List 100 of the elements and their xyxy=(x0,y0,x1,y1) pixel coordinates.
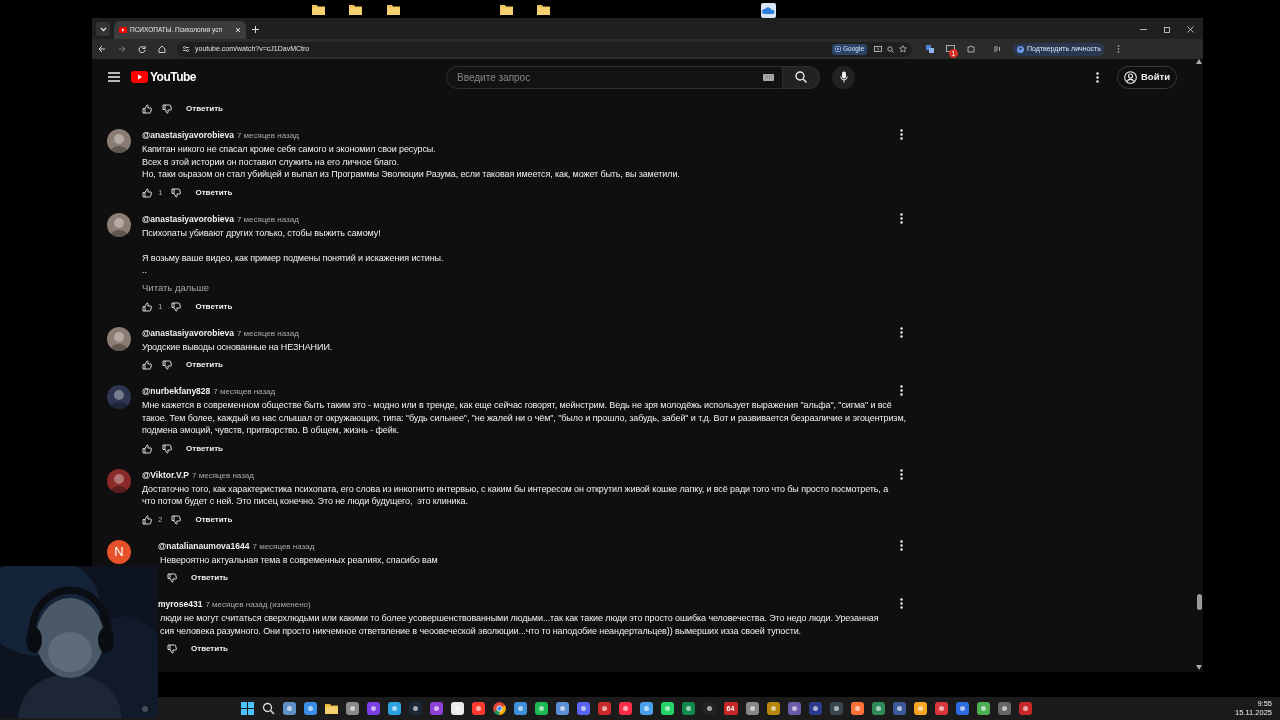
comment-time[interactable]: 7 месяцев назад (изменено) xyxy=(205,599,311,612)
app-icon[interactable] xyxy=(660,702,674,715)
comment-author[interactable]: @nurbekfany828 xyxy=(142,385,211,398)
install-app-icon[interactable] xyxy=(874,45,882,53)
app-icon[interactable] xyxy=(745,702,759,715)
back-icon[interactable] xyxy=(98,45,106,53)
more-vert-icon[interactable] xyxy=(900,598,903,610)
app-icon[interactable] xyxy=(471,702,485,715)
reply-button[interactable]: Ответить xyxy=(194,300,234,313)
like-icon[interactable] xyxy=(142,360,152,371)
app-icon[interactable] xyxy=(829,702,843,715)
app-icon[interactable] xyxy=(282,702,296,715)
like-icon[interactable] xyxy=(142,104,152,114)
zoom-icon[interactable] xyxy=(887,45,894,53)
search-button[interactable] xyxy=(783,65,821,89)
comment-time[interactable]: 7 месяцев назад xyxy=(236,327,299,340)
chrome-icon[interactable] xyxy=(492,702,506,715)
comment-time[interactable]: 7 месяцев назад xyxy=(252,540,315,553)
comment-time[interactable]: 7 месяцев назад xyxy=(192,469,254,482)
maximize-icon[interactable] xyxy=(1164,26,1170,33)
app-icon[interactable] xyxy=(387,702,401,715)
menu-icon[interactable] xyxy=(108,72,120,82)
close-icon[interactable] xyxy=(235,27,241,33)
more-vert-icon[interactable] xyxy=(900,468,903,480)
more-vert-icon[interactable] xyxy=(900,129,903,140)
search-bar[interactable]: Введите запрос xyxy=(446,65,784,89)
more-vert-icon[interactable] xyxy=(900,539,903,551)
scroll-down-icon[interactable] xyxy=(1196,665,1202,670)
folder-icon[interactable] xyxy=(500,4,513,15)
app-icon[interactable] xyxy=(934,702,948,715)
like-icon[interactable] xyxy=(142,301,152,312)
windows-logo-icon[interactable] xyxy=(240,702,254,715)
app-icon[interactable] xyxy=(766,702,780,715)
reply-button[interactable]: Ответить xyxy=(185,103,224,115)
app-icon[interactable] xyxy=(408,702,422,715)
forward-icon[interactable] xyxy=(118,45,126,53)
app-icon[interactable] xyxy=(892,702,906,715)
app-icon[interactable] xyxy=(1018,702,1032,715)
media-icon[interactable] xyxy=(993,45,1001,53)
dislike-icon[interactable] xyxy=(167,644,177,655)
comment-author[interactable]: myrose431 xyxy=(158,598,203,611)
translate-icon[interactable] xyxy=(926,45,934,53)
app-icon[interactable] xyxy=(429,702,443,715)
cloud-app-icon[interactable] xyxy=(761,3,776,18)
comment-time[interactable]: 7 месяцев назад xyxy=(213,386,276,399)
app-icon[interactable] xyxy=(450,702,464,715)
app-icon[interactable] xyxy=(955,702,969,715)
dislike-icon[interactable] xyxy=(167,573,177,584)
comment-author[interactable]: @anastasiyavorobieva xyxy=(142,326,234,340)
folder-icon[interactable] xyxy=(387,4,400,15)
search-input[interactable]: Введите запрос xyxy=(457,69,764,85)
dislike-icon[interactable] xyxy=(171,301,182,312)
app-icon[interactable] xyxy=(597,702,611,715)
close-icon[interactable] xyxy=(1187,26,1194,33)
app-icon[interactable] xyxy=(534,702,548,715)
app-icon[interactable] xyxy=(555,702,569,715)
more-vert-icon[interactable] xyxy=(1096,71,1099,83)
app-icon[interactable] xyxy=(850,702,864,715)
folder-icon[interactable] xyxy=(537,4,550,15)
app-icon[interactable] xyxy=(997,702,1011,715)
voice-search-button[interactable] xyxy=(832,65,856,89)
app-icon[interactable] xyxy=(871,702,885,715)
star-icon[interactable] xyxy=(899,45,907,53)
app-icon[interactable] xyxy=(303,702,317,715)
dislike-icon[interactable] xyxy=(171,187,182,198)
extension-icon[interactable] xyxy=(946,44,955,53)
folder-icon[interactable] xyxy=(349,4,362,15)
app-icon[interactable] xyxy=(787,702,801,715)
reply-button[interactable]: Ответить xyxy=(194,513,234,526)
comment-time[interactable]: 7 месяцев назад xyxy=(236,130,299,142)
reload-icon[interactable] xyxy=(138,45,146,53)
dislike-icon[interactable] xyxy=(171,514,182,525)
reply-button[interactable]: Ответить xyxy=(185,442,224,455)
folder-icon[interactable] xyxy=(312,4,325,15)
scrollbar-thumb[interactable] xyxy=(1196,594,1202,610)
app-icon[interactable] xyxy=(576,702,590,715)
read-more-link[interactable]: Читать дальше xyxy=(142,280,210,295)
app-icon[interactable] xyxy=(681,702,695,715)
youtube-logo[interactable]: YouTube xyxy=(131,68,197,86)
app-icon[interactable] xyxy=(639,702,653,715)
like-icon[interactable] xyxy=(142,187,152,198)
app-icon[interactable] xyxy=(913,702,927,715)
app-icon[interactable] xyxy=(618,702,632,715)
comment-time[interactable]: 7 месяцев назад xyxy=(236,213,299,226)
app-icon[interactable] xyxy=(702,702,716,715)
app-icon[interactable] xyxy=(976,702,990,715)
app-icon[interactable] xyxy=(808,702,822,715)
more-vert-icon[interactable] xyxy=(900,212,903,224)
app-icon[interactable] xyxy=(366,702,380,715)
tab-list-button[interactable] xyxy=(96,22,110,36)
dislike-icon[interactable] xyxy=(162,360,172,371)
folder-icon[interactable] xyxy=(324,703,338,714)
dislike-icon[interactable] xyxy=(162,443,172,454)
home-icon[interactable] xyxy=(158,45,166,53)
app-icon[interactable] xyxy=(513,702,527,715)
app-icon[interactable] xyxy=(345,702,359,715)
reply-button[interactable]: Ответить xyxy=(190,572,229,585)
minimize-icon[interactable] xyxy=(1140,26,1147,33)
keyboard-icon[interactable] xyxy=(763,73,775,81)
puzzle-icon[interactable] xyxy=(967,45,975,53)
